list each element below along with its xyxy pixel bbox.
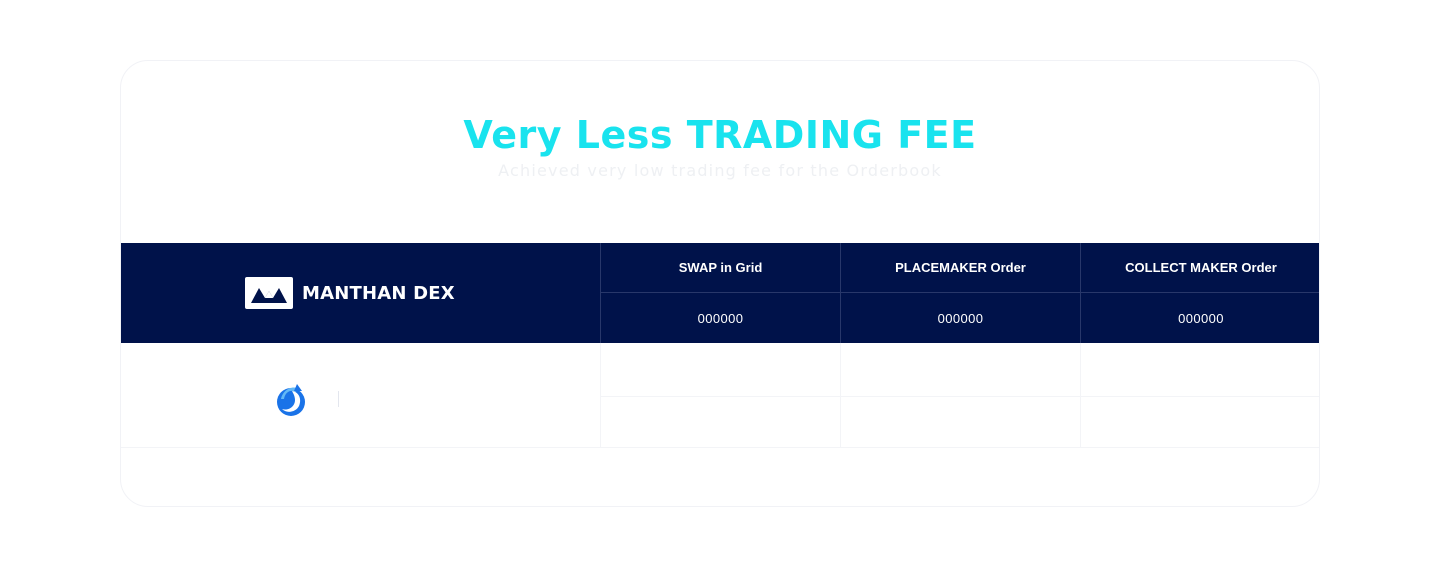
- column-value: 000000: [937, 311, 984, 326]
- competitor-swap-value: [601, 397, 840, 447]
- column-swap-in-grid: SWAP in Grid 000000: [601, 243, 841, 343]
- column-placemaker-order: PLACEMAKER Order 000000: [841, 243, 1081, 343]
- manthan-dex-row: MANTHAN DEX SWAP in Grid 000000 PLACEMAK…: [121, 243, 1319, 343]
- competitor-logo-icon: [275, 383, 307, 417]
- competitor-collect-cell: [1081, 343, 1319, 447]
- competitor-swap-top: [601, 343, 840, 397]
- competitor-collect-value: [1081, 397, 1319, 447]
- competitor-collect-top: [1081, 343, 1319, 397]
- column-collect-maker-order: COLLECT MAKER Order 000000: [1081, 243, 1319, 343]
- competitor-row: [121, 343, 1319, 448]
- column-header: SWAP in Grid: [601, 243, 840, 293]
- competitor-name-placeholder: [338, 391, 339, 407]
- section-title: Very Less TRADING FEE: [463, 113, 977, 157]
- column-value: 000000: [1178, 311, 1224, 326]
- section-subtitle: Achieved very low trading fee for the Or…: [498, 161, 942, 180]
- competitor-placemaker-cell: [841, 343, 1081, 447]
- column-header: PLACEMAKER Order: [841, 243, 1080, 293]
- column-header: COLLECT MAKER Order: [1081, 243, 1319, 293]
- brand: MANTHAN DEX: [245, 277, 455, 309]
- column-value: 000000: [697, 311, 744, 326]
- manthan-dex-logo-icon: [245, 277, 293, 309]
- competitor-swap-cell: [601, 343, 841, 447]
- competitor-placemaker-top: [841, 343, 1080, 397]
- trading-fee-card: Very Less TRADING FEE Achieved very low …: [120, 60, 1320, 507]
- fee-comparison-table: MANTHAN DEX SWAP in Grid 000000 PLACEMAK…: [121, 243, 1319, 448]
- competitor-placemaker-value: [841, 397, 1080, 447]
- brand-name: MANTHAN DEX: [302, 282, 455, 304]
- brand-cell: MANTHAN DEX: [121, 243, 601, 343]
- competitor-cell: [121, 343, 601, 447]
